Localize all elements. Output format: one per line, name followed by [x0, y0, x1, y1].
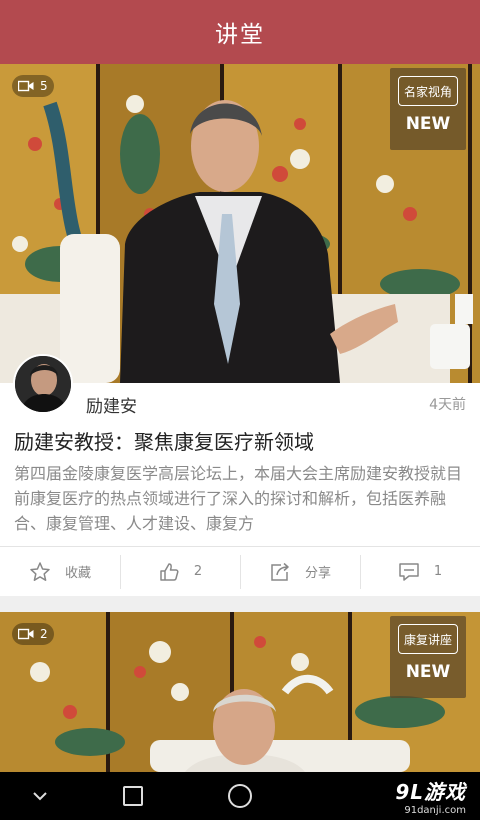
watermark-logo: 9L游戏 — [395, 780, 466, 804]
thumbs-up-icon — [160, 562, 179, 581]
video-count: 5 — [40, 79, 48, 93]
video-count-badge: 2 — [12, 623, 54, 645]
category-label: 名家视角 — [398, 76, 458, 106]
new-badge: NEW — [405, 114, 451, 134]
post-summary: 第四届金陵康复医学高层论坛上，本届大会主席励建安教授就目前康复医疗的热点领域进行… — [14, 464, 463, 533]
video-camera-icon — [18, 80, 34, 92]
video-camera-icon — [18, 628, 34, 640]
video-cover[interactable]: 5 名家视角 NEW — [0, 64, 480, 383]
author-avatar[interactable] — [13, 354, 73, 414]
video-count-badge: 5 — [12, 75, 54, 97]
category-tag: 康复讲座 NEW — [390, 616, 466, 698]
nav-back-button[interactable] — [20, 772, 60, 820]
post-title[interactable]: 励建安教授：聚焦康复医疗新领域 — [14, 426, 466, 455]
system-nav-bar: 9L游戏 91danji.com — [0, 772, 480, 820]
post-card[interactable]: 2 康复讲座 NEW — [0, 612, 480, 772]
favorite-button[interactable]: 收藏 — [0, 547, 120, 596]
favorite-label: 收藏 — [64, 566, 91, 581]
category-tag: 名家视角 NEW — [390, 68, 466, 150]
app-screen: 讲堂 5 名家视角 NEW 励建安 4天前 励建安教授：聚焦康复医疗新领域 第四… — [0, 0, 480, 820]
watermark-url: 91danji.com — [404, 805, 466, 816]
app-header: 讲堂 — [0, 0, 480, 64]
like-count: 2 — [193, 564, 203, 579]
like-button[interactable]: 2 — [120, 547, 240, 596]
chevron-down-icon — [33, 792, 47, 801]
avatar-image — [15, 356, 71, 412]
share-icon — [271, 562, 289, 581]
nav-recent-button[interactable] — [113, 772, 153, 820]
video-count: 2 — [40, 627, 48, 641]
post-card[interactable]: 5 名家视角 NEW 励建安 4天前 励建安教授：聚焦康复医疗新领域 第四届金陵… — [0, 64, 480, 596]
category-label: 康复讲座 — [398, 624, 458, 654]
circle-icon — [228, 784, 252, 808]
share-label: 分享 — [304, 566, 331, 581]
video-cover[interactable]: 2 康复讲座 NEW — [0, 612, 480, 772]
comment-count: 1 — [433, 564, 443, 579]
nav-home-button[interactable] — [220, 772, 260, 820]
author-name[interactable]: 励建安 — [86, 392, 137, 417]
new-badge: NEW — [405, 662, 451, 682]
site-watermark: 9L游戏 91danji.com — [395, 772, 466, 820]
comment-icon — [399, 562, 419, 581]
post-action-bar: 收藏 2 分享 1 — [0, 546, 480, 596]
share-button[interactable]: 分享 — [240, 547, 360, 596]
comment-button[interactable]: 1 — [360, 547, 480, 596]
post-time: 4天前 — [429, 397, 466, 413]
page-title: 讲堂 — [215, 22, 265, 48]
star-icon — [30, 561, 50, 581]
square-icon — [123, 786, 143, 806]
